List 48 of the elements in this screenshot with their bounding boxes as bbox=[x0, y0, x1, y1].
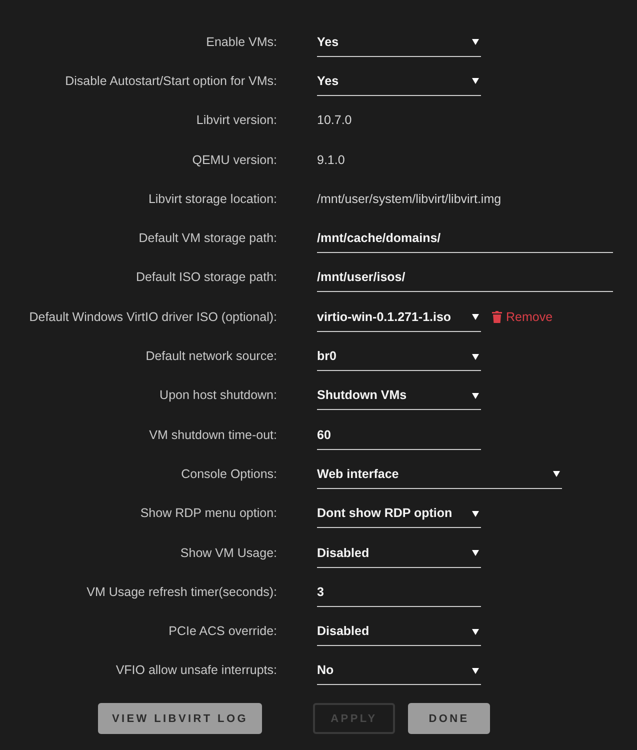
setting-label: Default Windows VirtIO driver ISO (optional): bbox=[29, 308, 277, 325]
caret-icon bbox=[553, 470, 560, 478]
value-text: 9.1.0 bbox=[317, 152, 345, 168]
dropdown[interactable]: Disabled bbox=[317, 616, 481, 646]
dropdown[interactable]: virtio-win-0.1.271-1.iso bbox=[317, 302, 481, 332]
trash-icon bbox=[492, 310, 502, 323]
input-field[interactable]: /mnt/user/isos/ bbox=[317, 262, 613, 292]
caret-icon bbox=[472, 392, 479, 399]
input-field[interactable]: /mnt/cache/domains/ bbox=[317, 223, 613, 254]
setting-label: VM Usage refresh timer(seconds): bbox=[86, 584, 277, 600]
caret-icon bbox=[472, 77, 479, 84]
dropdown[interactable]: Web interface bbox=[317, 458, 562, 489]
setting-label: Libvirt version: bbox=[196, 112, 277, 128]
dropdown[interactable]: br0 bbox=[317, 341, 481, 372]
setting-label: Default network source: bbox=[146, 348, 277, 364]
input-field[interactable]: 3 bbox=[317, 576, 481, 607]
dropdown[interactable]: Dont show RDP option bbox=[317, 498, 481, 528]
value-text: 10.7.0 bbox=[317, 112, 352, 128]
caret-icon bbox=[472, 549, 479, 556]
dropdown[interactable]: No bbox=[317, 655, 481, 686]
setting-label: Enable VMs: bbox=[206, 34, 277, 50]
value-text: /mnt/user/system/libvirt/libvirt.img bbox=[317, 190, 502, 207]
caret-icon bbox=[472, 313, 479, 320]
dropdown[interactable]: Disabled bbox=[317, 538, 481, 568]
setting-label: Upon host shutdown: bbox=[160, 387, 277, 404]
dropdown[interactable]: Shutdown VMs bbox=[317, 380, 481, 410]
done-button[interactable]: DONE bbox=[408, 703, 490, 734]
setting-label: Console Options: bbox=[181, 466, 277, 482]
setting-label: Libvirt storage location: bbox=[148, 190, 277, 207]
view-log-button[interactable]: VIEW LIBVIRT LOG bbox=[98, 703, 262, 734]
setting-label: VFIO allow unsafe interrupts: bbox=[116, 662, 277, 678]
setting-label: Default ISO storage path: bbox=[136, 269, 277, 286]
caret-icon bbox=[472, 510, 479, 517]
remove-button[interactable]: Remove bbox=[492, 308, 553, 325]
caret-icon bbox=[472, 628, 479, 635]
setting-label: VM shutdown time-out: bbox=[149, 426, 277, 443]
caret-icon bbox=[472, 38, 479, 46]
caret-icon bbox=[472, 666, 479, 674]
dropdown[interactable]: Yes bbox=[317, 66, 481, 96]
setting-label: Show VM Usage: bbox=[180, 544, 277, 560]
setting-label: PCIe ACS override: bbox=[168, 623, 277, 640]
setting-label: Disable Autostart/Start option for VMs: bbox=[65, 72, 277, 89]
input-field[interactable]: 60 bbox=[317, 420, 481, 450]
caret-icon bbox=[472, 352, 479, 360]
dropdown[interactable]: Yes bbox=[317, 26, 481, 57]
setting-label: Default VM storage path: bbox=[138, 230, 277, 246]
setting-label: QEMU version: bbox=[192, 152, 277, 168]
setting-label: Show RDP menu option: bbox=[140, 505, 277, 522]
